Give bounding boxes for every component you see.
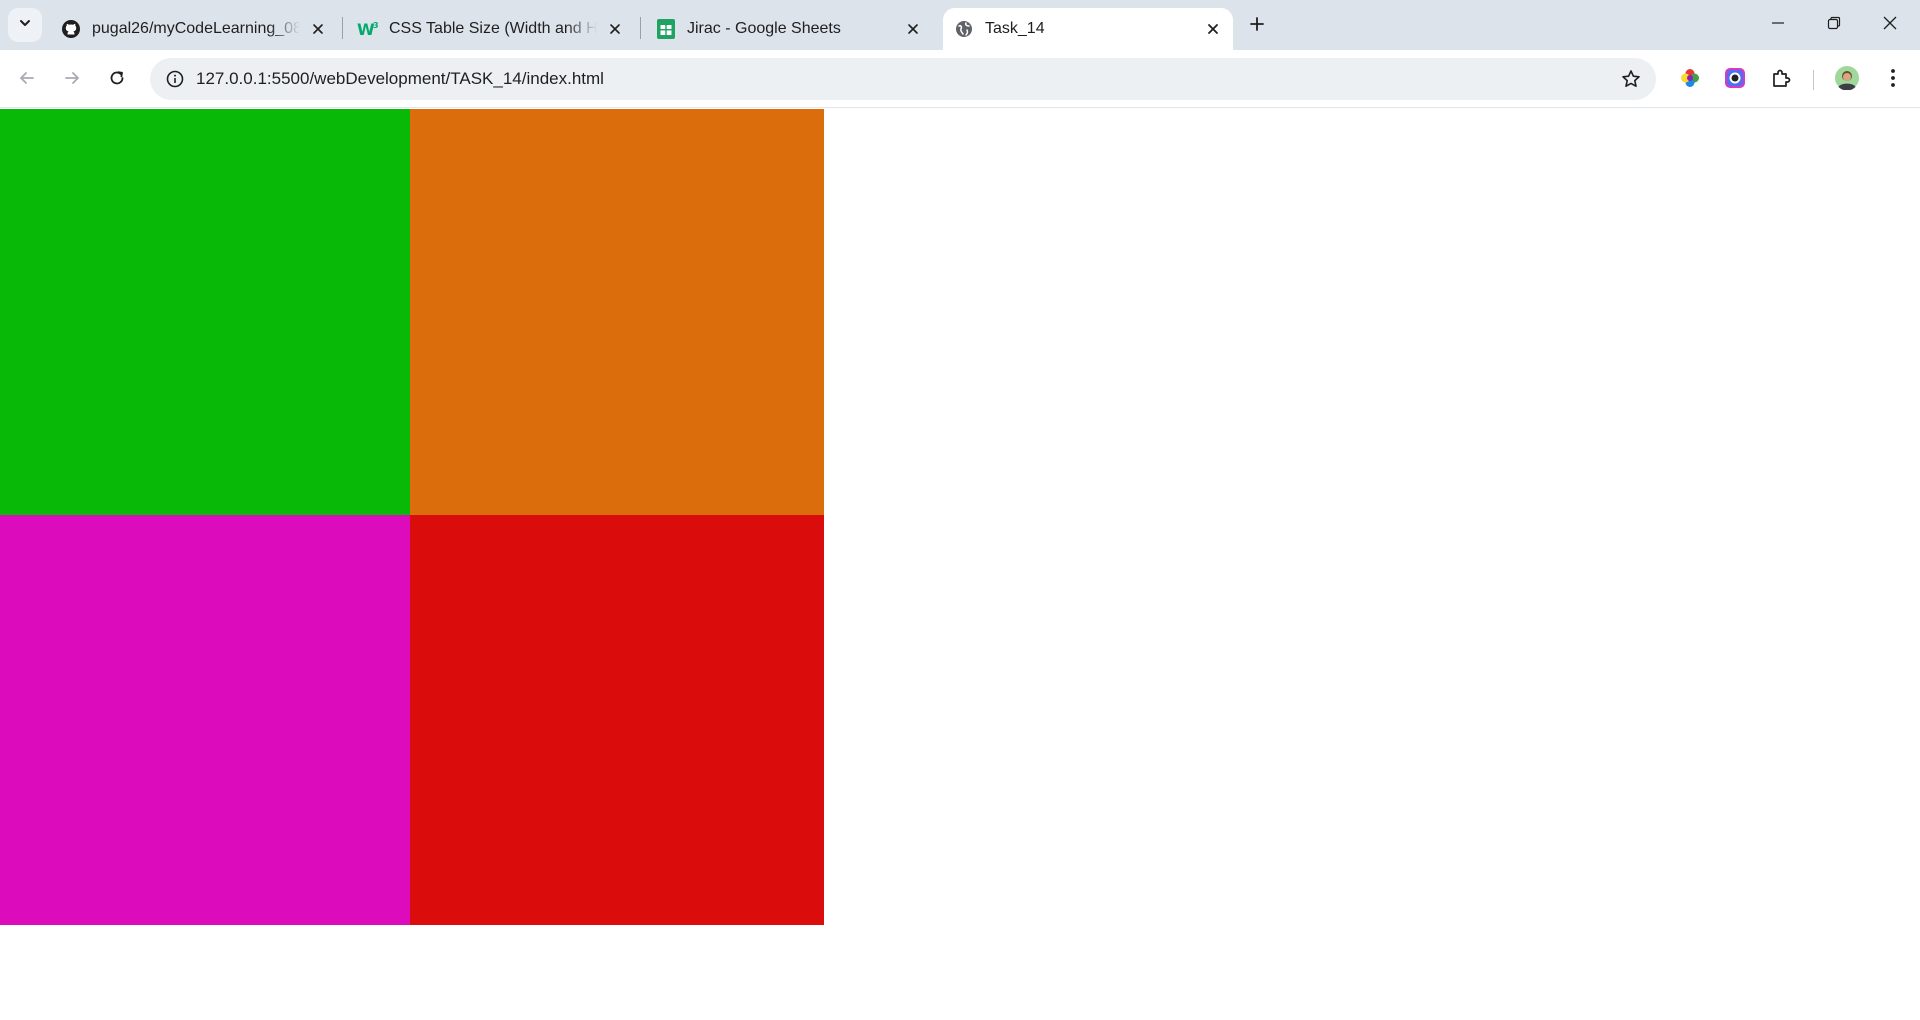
tab-title: CSS Table Size (Width and Height) (389, 20, 597, 37)
url-text[interactable]: 127.0.0.1:5500/webDevelopment/TASK_14/in… (196, 58, 604, 100)
reload-icon (108, 69, 126, 92)
cell-top-left (0, 109, 410, 515)
minimize-icon (1771, 16, 1785, 35)
extensions-button[interactable] (1766, 65, 1796, 95)
restore-button[interactable] (1806, 0, 1862, 50)
close-icon (1883, 16, 1897, 35)
tab-separator (640, 17, 641, 39)
new-tab-button[interactable] (1242, 11, 1272, 41)
more-vertical-icon (1890, 68, 1896, 93)
chevron-down-icon (18, 16, 32, 35)
reload-button[interactable] (100, 63, 134, 97)
tab-github[interactable]: pugal26/myCodeLearning_0824 (50, 8, 338, 50)
close-tab-icon[interactable] (306, 17, 330, 41)
close-tab-icon[interactable] (603, 17, 627, 41)
arrow-right-icon (63, 69, 81, 92)
tab-title: Task_14 (985, 20, 1045, 37)
browser-toolbar: 127.0.0.1:5500/webDevelopment/TASK_14/in… (0, 50, 1920, 108)
cell-bottom-right (410, 515, 824, 925)
tab-strip: pugal26/myCodeLearning_0824 W 3 CSS Tabl… (0, 0, 1920, 50)
minimize-button[interactable] (1750, 0, 1806, 50)
bookmark-star-icon[interactable] (1616, 64, 1646, 94)
svg-text:3: 3 (373, 21, 379, 30)
tab-title: Jirac - Google Sheets (687, 20, 841, 37)
page-viewport (0, 109, 1920, 1020)
w3schools-icon: W 3 (357, 18, 379, 40)
tab-w3schools[interactable]: W 3 CSS Table Size (Width and Height) (347, 8, 635, 50)
close-tab-icon[interactable] (901, 17, 925, 41)
site-info-icon[interactable] (160, 64, 190, 94)
color-picker-extension-button[interactable] (1675, 65, 1705, 95)
tab-separator (342, 17, 343, 39)
close-tab-icon[interactable] (1201, 17, 1225, 41)
browser-menu-button[interactable] (1878, 65, 1908, 95)
record-icon (1724, 67, 1746, 94)
color-wheel-icon (1679, 67, 1701, 94)
forward-button[interactable] (55, 63, 89, 97)
screen-recorder-extension-button[interactable] (1720, 65, 1750, 95)
tab-title: pugal26/myCodeLearning_0824 (92, 20, 300, 37)
arrow-left-icon (18, 69, 36, 92)
github-icon (60, 18, 82, 40)
avatar (1835, 65, 1859, 95)
back-button[interactable] (10, 63, 44, 97)
puzzle-piece-icon (1770, 67, 1792, 94)
address-bar[interactable]: 127.0.0.1:5500/webDevelopment/TASK_14/in… (150, 58, 1656, 100)
tab-task-14[interactable]: Task_14 (943, 8, 1233, 50)
tab-google-sheets[interactable]: Jirac - Google Sheets (645, 8, 933, 50)
google-sheets-icon (655, 18, 677, 40)
cell-top-right (410, 109, 824, 515)
close-window-button[interactable] (1862, 0, 1918, 50)
profile-button[interactable] (1832, 65, 1862, 95)
globe-icon (953, 18, 975, 40)
color-grid (0, 109, 824, 925)
restore-icon (1827, 16, 1841, 35)
tab-search-button[interactable] (8, 8, 42, 42)
plus-icon (1249, 16, 1265, 37)
cell-bottom-left (0, 515, 410, 925)
toolbar-separator (1813, 70, 1814, 90)
